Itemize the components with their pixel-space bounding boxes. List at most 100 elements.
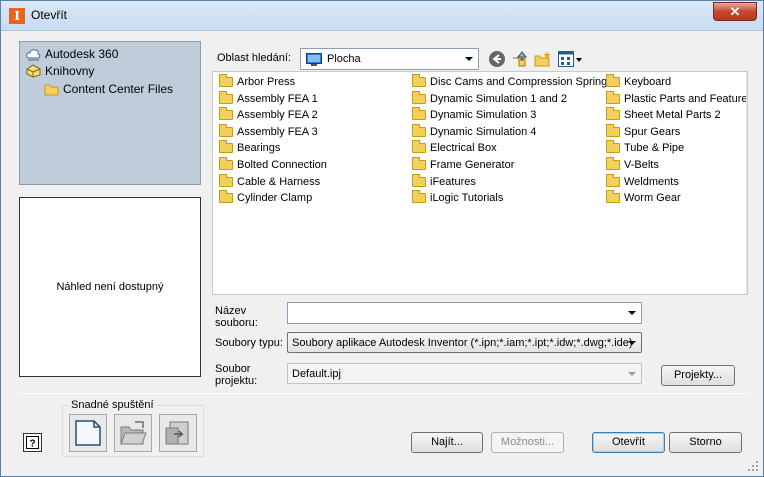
- project-file-label: Soubor projektu:: [215, 363, 257, 387]
- divider: [19, 393, 749, 394]
- help-button[interactable]: ?: [23, 433, 42, 452]
- folder-icon: [606, 123, 620, 137]
- folder-icon: [219, 90, 233, 104]
- folder-icon: [412, 173, 426, 187]
- find-button[interactable]: Najít...: [411, 432, 483, 453]
- open-button[interactable]: Otevřít: [592, 432, 665, 453]
- location-label: Knihovny: [45, 64, 95, 78]
- folder-name: Cylinder Clamp: [237, 192, 313, 205]
- folder-name: Bolted Connection: [237, 159, 327, 171]
- file-name-label-line-2: souboru:: [215, 317, 258, 329]
- view-menu[interactable]: [558, 50, 584, 68]
- options-button[interactable]: Možnosti...: [491, 432, 564, 453]
- folder-icon: [219, 190, 233, 204]
- folder-name: Bearings: [237, 142, 281, 155]
- folder-name: iLogic Tutorials: [430, 192, 504, 205]
- folder-icon: [606, 74, 620, 87]
- chevron-down-icon: [576, 58, 582, 62]
- view-grid-icon: [558, 51, 574, 67]
- back-icon[interactable]: [488, 50, 506, 68]
- help-icon: ?: [26, 436, 39, 449]
- location-label: Autodesk 360: [45, 47, 119, 61]
- folder-name: Keyboard: [624, 76, 672, 88]
- folder-name: Plastic Parts and Features: [624, 92, 748, 105]
- svg-text:?: ?: [29, 439, 35, 450]
- file-name-label-line-1: Název: [215, 305, 247, 317]
- folder-name: Frame Generator: [430, 159, 515, 171]
- folder-icon: [606, 190, 620, 204]
- file-list[interactable]: Arbor Press Assembly FEA 1 Assembly FEA 2 A…: [212, 71, 748, 295]
- folder-name: Arbor Press: [237, 76, 296, 88]
- file-type-dropdown[interactable]: Soubory aplikace Autodesk Inventor (*.ip…: [287, 332, 642, 353]
- file-name-input[interactable]: [287, 302, 642, 324]
- file-type-value: Soubory aplikace Autodesk Inventor (*.ip…: [292, 337, 633, 349]
- project-label-line-2: projektu:: [215, 375, 258, 387]
- preview-pane: Náhled není dostupný: [19, 197, 201, 377]
- new-file-button[interactable]: [69, 414, 107, 452]
- chevron-down-icon: [465, 57, 473, 61]
- folder-name: Assembly FEA 3: [237, 125, 318, 138]
- open-project-quick-button[interactable]: [159, 414, 197, 452]
- quick-launch-label: Snadné spuštění: [69, 399, 156, 411]
- locations-pane: Autodesk 360 Knihovny Content Center Fil…: [19, 41, 201, 185]
- folder-icon: [606, 107, 620, 121]
- scrollbar-edge: [746, 72, 747, 294]
- folder-icon: [412, 123, 426, 137]
- projects-button[interactable]: Projekty...: [661, 365, 735, 386]
- chevron-down-icon: [628, 372, 636, 376]
- window-title: Otevřít: [31, 8, 68, 22]
- cancel-button[interactable]: Storno: [669, 432, 742, 453]
- folder-icon: [219, 123, 233, 137]
- folder-icon: [219, 140, 233, 154]
- open-dialog: I Otevřít ✕ Autodesk 360 Knihovny Conten…: [0, 0, 764, 477]
- folder-icon: [219, 107, 233, 121]
- folder-name: Tube & Pipe: [624, 142, 685, 155]
- folder-name: Dynamic Simulation 1 and 2: [430, 92, 567, 105]
- project-file-value: Default.ipj: [292, 368, 341, 380]
- inventor-app-icon: I: [9, 8, 25, 24]
- look-in-dropdown[interactable]: Plocha: [300, 48, 479, 70]
- folder-name: Dynamic Simulation 3: [430, 109, 537, 122]
- folder-icon: [412, 140, 426, 154]
- project-file-dropdown[interactable]: Default.ipj: [287, 363, 642, 384]
- folder-name: Weldments: [624, 175, 679, 188]
- up-folder-icon[interactable]: [511, 50, 529, 68]
- folder-name: Assembly FEA 2: [237, 109, 318, 122]
- look-in-value: Plocha: [327, 53, 361, 65]
- project-label-line-1: Soubor: [215, 363, 251, 375]
- new-document-icon: [75, 420, 101, 446]
- folder-name: Dynamic Simulation 4: [430, 125, 537, 138]
- folder-icon: [412, 74, 426, 87]
- folder-name: Sheet Metal Parts 2: [624, 109, 721, 122]
- folder-name: Worm Gear: [624, 192, 681, 205]
- title-bar: I Otevřít ✕: [1, 1, 763, 31]
- file-name-label: Název souboru:: [215, 305, 258, 329]
- project-icon: [165, 421, 189, 445]
- folder-icon: [606, 173, 620, 187]
- folder-icon: [44, 84, 59, 96]
- folder-name: Electrical Box: [430, 142, 497, 155]
- folder-icon: [219, 173, 233, 187]
- folder-name: iFeatures: [430, 175, 476, 188]
- folder-icon: [412, 107, 426, 121]
- folder-name: Assembly FEA 1: [237, 92, 318, 105]
- close-button[interactable]: ✕: [713, 2, 757, 21]
- folder-icon: [412, 157, 426, 170]
- folder-icon: [606, 90, 620, 104]
- open-file-quick-button[interactable]: [114, 414, 152, 452]
- chevron-down-icon: [628, 311, 636, 315]
- folder-icon: [606, 140, 620, 154]
- folder-icon: [412, 90, 426, 104]
- preview-message: Náhled není dostupný: [56, 281, 164, 293]
- resize-grip-icon[interactable]: [747, 460, 759, 472]
- folder-name: Spur Gears: [624, 125, 681, 138]
- folder-icon: [219, 74, 233, 87]
- open-folder-icon: [120, 421, 147, 445]
- folder-name: Cable & Harness: [237, 175, 321, 188]
- folder-icon: [219, 157, 233, 170]
- look-in-label: Oblast hledání:: [217, 52, 291, 64]
- new-folder-icon[interactable]: [534, 50, 552, 68]
- folder-icon: [412, 190, 426, 204]
- folder-name: Disc Cams and Compression Springs: [430, 76, 613, 88]
- folder-name: V-Belts: [624, 159, 659, 171]
